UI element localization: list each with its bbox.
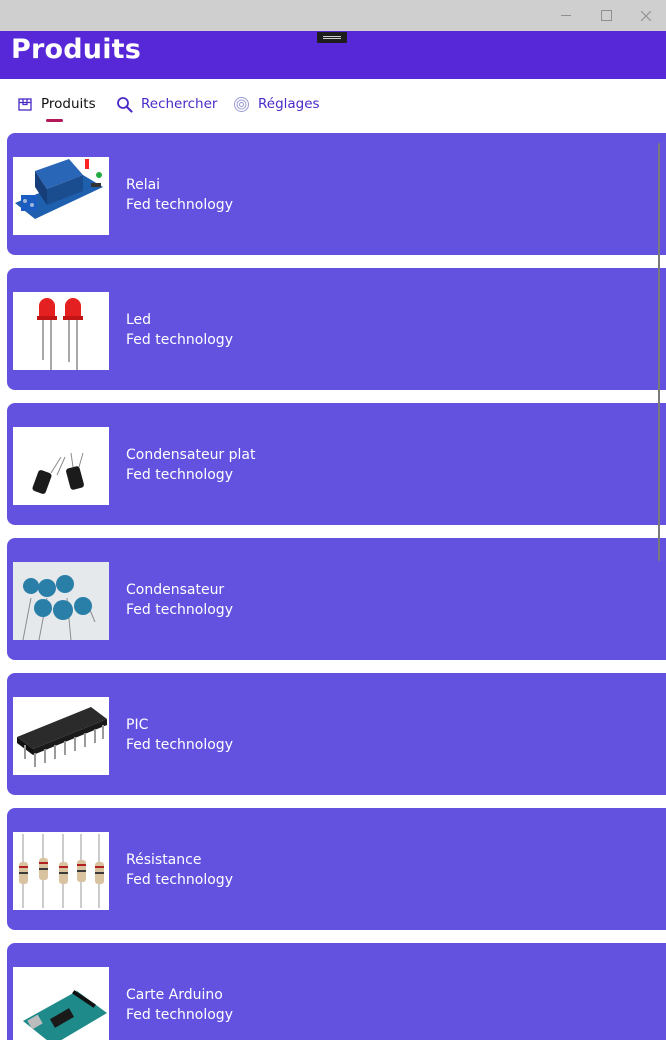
product-card[interactable]: Carte Arduino Fed technology [7,943,666,1040]
red-led-image [13,292,109,370]
arduino-board-image [13,967,109,1040]
resistor-image [13,832,109,910]
relay-module-image [13,157,109,235]
maximize-button[interactable] [586,0,626,31]
window-titlebar [0,0,666,31]
product-vendor: Fed technology [126,872,233,888]
product-vendor: Fed technology [126,467,233,483]
tab-label: Produits [41,96,96,112]
active-tab-indicator [46,119,63,122]
product-card[interactable]: Led Fed technology [7,268,666,390]
box-icon [18,98,32,111]
tab-produits[interactable]: Produits [17,93,96,115]
ceramic-capacitor-image [13,562,109,640]
settings-icon [234,96,249,112]
minimize-button[interactable] [546,0,586,31]
product-name: Condensateur [126,582,225,598]
product-name: Carte Arduino [126,987,223,1003]
tab-rechercher[interactable]: Rechercher [116,93,217,115]
minimize-icon [561,15,571,16]
scrollbar[interactable] [658,143,660,561]
product-card[interactable]: PIC Fed technology [7,673,666,795]
maximize-icon [600,10,612,21]
product-name: Relai [126,177,161,193]
product-vendor: Fed technology [126,737,233,753]
product-vendor: Fed technology [126,1007,233,1023]
tab-bar: Produits Rechercher Réglages [0,79,666,131]
product-name: Condensateur plat [126,447,256,463]
close-icon [641,10,651,21]
close-button[interactable] [626,0,666,31]
search-icon [117,96,133,113]
tab-reglages[interactable]: Réglages [233,93,320,115]
product-list[interactable]: Relai Fed technology Led Fed technology [0,131,666,1040]
pic-chip-image [13,697,109,775]
product-name: Résistance [126,852,202,868]
product-card[interactable]: Résistance Fed technology [7,808,666,930]
page-title: Produits [11,34,142,65]
product-vendor: Fed technology [126,332,233,348]
drag-handle[interactable] [317,32,347,43]
product-card[interactable]: Condensateur plat Fed technology [7,403,666,525]
tab-label: Réglages [258,96,320,112]
product-vendor: Fed technology [126,197,233,213]
tab-label: Rechercher [141,96,218,112]
app-header: Produits [0,31,666,79]
product-card[interactable]: Relai Fed technology [7,133,666,255]
product-card[interactable]: Condensateur Fed technology [7,538,666,660]
product-vendor: Fed technology [126,602,233,618]
product-name: PIC [126,717,149,733]
electrolytic-capacitor-image [13,427,109,505]
product-name: Led [126,312,152,328]
